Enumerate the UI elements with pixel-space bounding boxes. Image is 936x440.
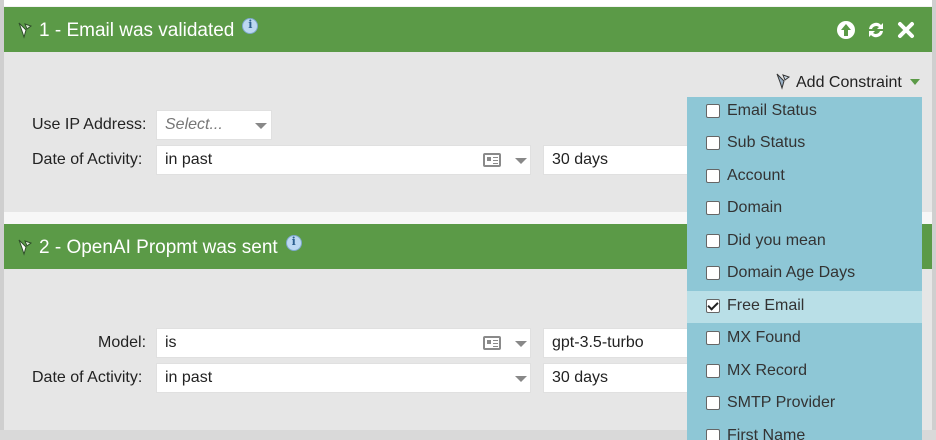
chevron-down-icon (515, 341, 527, 347)
refresh-button[interactable] (866, 20, 886, 40)
use-ip-address-label: Use IP Address: (32, 116, 147, 133)
model-label: Model: (98, 334, 147, 351)
chevron-down-icon (255, 123, 267, 129)
checkbox-icon[interactable] (706, 396, 720, 410)
date-of-activity-operator-select[interactable]: in past (156, 363, 531, 393)
chevron-down-icon (515, 376, 527, 382)
checkbox-icon[interactable] (706, 331, 720, 345)
move-up-button[interactable] (836, 20, 856, 40)
page-top-margin (0, 0, 936, 6)
chevron-down-icon (909, 79, 920, 85)
card-list-icon[interactable] (483, 336, 501, 350)
checkbox-icon[interactable] (706, 266, 720, 280)
chevron-down-icon (515, 158, 527, 164)
add-constraint-label: Add Constraint (796, 74, 902, 91)
model-value-field[interactable]: gpt-3.5-turbo (543, 328, 693, 358)
checkbox-icon[interactable] (706, 234, 720, 248)
date-range-value: 30 days (552, 151, 609, 168)
constraint-item-account[interactable]: Account (687, 161, 922, 193)
info-icon[interactable] (285, 235, 302, 251)
date-range-value: 30 days (552, 369, 609, 386)
card-list-icon[interactable] (483, 153, 501, 167)
date-of-activity-label: Date of Activity: (32, 369, 143, 386)
page-right-border (932, 0, 936, 440)
constraint-item-smtp-provider[interactable]: SMTP Provider (687, 388, 922, 420)
use-ip-address-select[interactable]: Select... (156, 110, 272, 140)
date-of-activity-value-field[interactable]: 30 days (543, 145, 693, 175)
refresh-icon (869, 22, 883, 38)
constraint-item-domain-age-days[interactable]: Domain Age Days (687, 258, 922, 290)
constraint-item-first-name[interactable]: First Name (687, 421, 922, 440)
date-of-activity-operator-select[interactable]: in past (156, 145, 531, 175)
add-constraint-button[interactable]: Add Constraint (774, 72, 920, 92)
constraint-item-domain[interactable]: Domain (687, 193, 922, 225)
close-button[interactable] (896, 20, 916, 40)
date-of-activity-label: Date of Activity: (32, 151, 143, 168)
operator-value: is (165, 334, 177, 351)
constraint-item-free-email[interactable]: Free Email (687, 291, 922, 323)
move-up-icon (837, 21, 855, 39)
checkbox-icon[interactable] (706, 104, 720, 118)
filter-title: 1 - Email was validated (39, 18, 259, 42)
select-placeholder: Select... (165, 116, 223, 133)
date-of-activity-value-field[interactable]: 30 days (543, 363, 693, 393)
close-icon (898, 22, 914, 38)
checkbox-icon[interactable] (706, 201, 720, 215)
checkbox-icon[interactable] (706, 136, 720, 150)
operator-value: in past (165, 151, 213, 168)
operator-value: in past (165, 369, 213, 386)
constraint-icon (776, 73, 791, 90)
filter-header[interactable]: 1 - Email was validated (4, 7, 932, 52)
checkbox-checked-icon[interactable] (706, 299, 720, 313)
constraint-item-mx-record[interactable]: MX Record (687, 356, 922, 388)
checkbox-icon[interactable] (706, 364, 720, 378)
constraint-item-email-status[interactable]: Email Status (687, 97, 922, 128)
constraint-dropdown-menu[interactable]: Email Status Sub Status Account Domain D… (687, 97, 922, 440)
drag-handle-icon[interactable] (16, 21, 34, 39)
filter-title: 2 - OpenAI Propmt was sent (39, 235, 302, 259)
checkbox-icon[interactable] (706, 429, 720, 440)
constraint-item-mx-found[interactable]: MX Found (687, 323, 922, 355)
model-value: gpt-3.5-turbo (552, 334, 644, 351)
info-icon[interactable] (242, 18, 259, 34)
drag-handle-icon[interactable] (16, 238, 34, 256)
constraint-item-did-you-mean[interactable]: Did you mean (687, 226, 922, 258)
checkbox-icon[interactable] (706, 169, 720, 183)
constraint-item-sub-status[interactable]: Sub Status (687, 128, 922, 160)
model-operator-select[interactable]: is (156, 328, 531, 358)
